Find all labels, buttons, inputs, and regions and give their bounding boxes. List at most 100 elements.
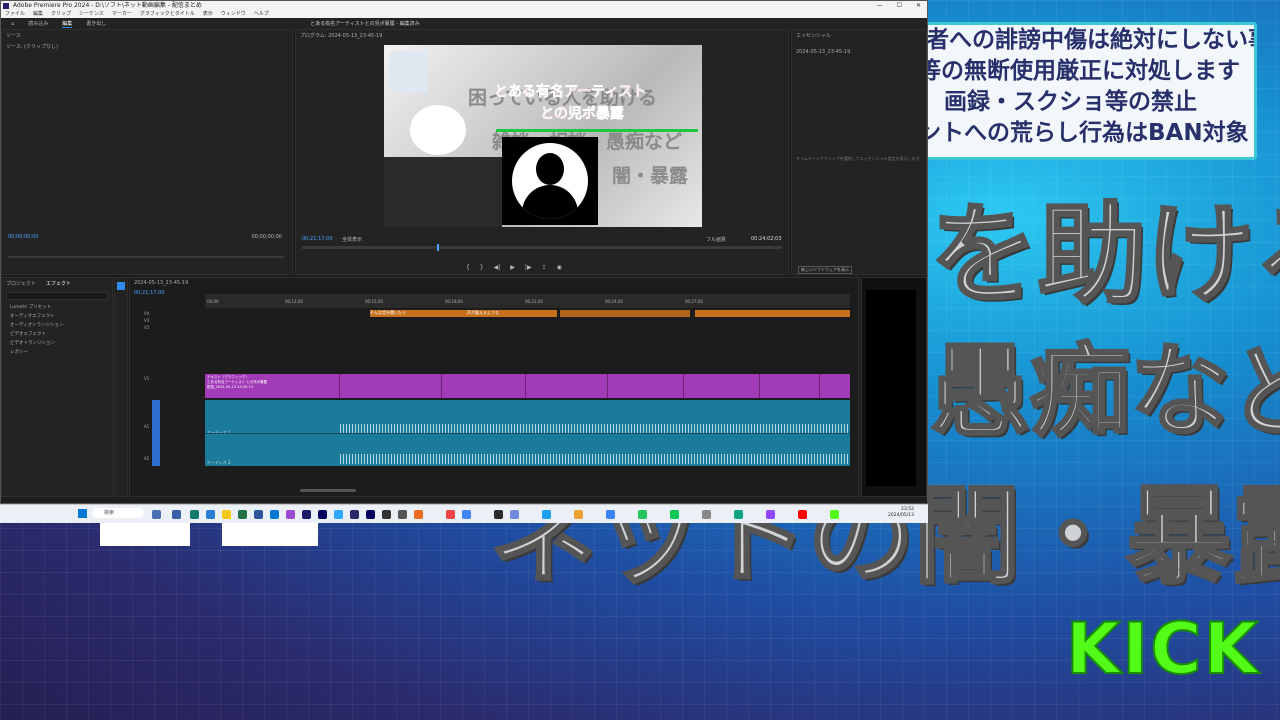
bin-video-effects[interactable]: ビデオエフェクト xyxy=(10,330,112,339)
app-icon[interactable] xyxy=(152,510,161,519)
maximize-icon[interactable]: ☐ xyxy=(897,1,902,10)
app-icon[interactable] xyxy=(190,510,199,519)
youtube-icon[interactable] xyxy=(798,510,807,519)
audio-meter xyxy=(866,290,916,486)
folder-icon[interactable] xyxy=(222,510,231,519)
program-fit-select[interactable]: 全体表示 xyxy=(342,236,362,243)
bin-audio-transitions[interactable]: オーディオトランジション xyxy=(10,321,112,330)
silhouette-icon xyxy=(512,143,588,219)
discord-icon[interactable] xyxy=(510,510,519,519)
kick-icon[interactable] xyxy=(830,510,839,519)
timeline-title[interactable]: 2024-05-13_23-45-19 xyxy=(130,278,858,288)
menu-view[interactable]: 表示 xyxy=(203,10,213,18)
tab-import[interactable]: 読み込み xyxy=(28,20,48,27)
mark-out-icon[interactable]: } xyxy=(480,264,484,271)
timeline-zoom-scrollbar[interactable] xyxy=(300,489,356,492)
effects-search-input[interactable] xyxy=(6,292,108,300)
orange-clip[interactable] xyxy=(560,310,690,317)
premiere-icon[interactable] xyxy=(302,510,311,519)
close-icon[interactable]: ✕ xyxy=(916,1,921,10)
app-icon[interactable] xyxy=(446,510,455,519)
line-icon[interactable] xyxy=(670,510,679,519)
track-header-v1[interactable]: V1 xyxy=(144,376,149,381)
audio-target-indicator[interactable] xyxy=(152,400,160,466)
app-icon[interactable] xyxy=(206,510,215,519)
time-ruler[interactable]: 00;00 00;12;00 00;15;00 00;18;00 00;21;0… xyxy=(205,294,850,308)
export-frame-icon[interactable]: ◉ xyxy=(557,264,562,271)
bin-legacy[interactable]: レガシー xyxy=(10,348,112,357)
app-icon[interactable] xyxy=(734,510,743,519)
app-icon[interactable] xyxy=(318,510,327,519)
app-icon[interactable] xyxy=(254,510,263,519)
app-icon[interactable] xyxy=(366,510,375,519)
essential-item[interactable]: 2024-05-13_23-45-19 xyxy=(792,47,926,57)
taskbar-search-input[interactable]: 検索 xyxy=(92,508,144,518)
track-header-v4[interactable]: V4 xyxy=(144,310,149,317)
tab-export[interactable]: 書き出し xyxy=(86,20,106,27)
app-icon[interactable] xyxy=(398,510,407,519)
home-icon[interactable]: ⌂ xyxy=(11,21,14,27)
obs-icon[interactable] xyxy=(494,510,503,519)
app-icon[interactable] xyxy=(414,510,423,519)
ruler-label: 00;24;00 xyxy=(605,299,623,304)
project-tab[interactable]: プロジェクト xyxy=(6,280,36,287)
menu-window[interactable]: ウィンドウ xyxy=(221,10,246,18)
app-icon[interactable] xyxy=(638,510,647,519)
essential-graphics-panel: エッセンシャル 2024-05-13_23-45-19 タイムラインでクリップを… xyxy=(791,29,927,275)
menu-sequence[interactable]: シーケンス xyxy=(79,10,104,18)
track-header-a2[interactable]: A2 xyxy=(144,456,149,461)
track-header-a1[interactable]: A1 xyxy=(144,424,149,429)
app-icon[interactable] xyxy=(350,510,359,519)
app-icon[interactable] xyxy=(382,510,391,519)
track-header-v2[interactable]: V2 xyxy=(144,324,149,331)
app-icon[interactable] xyxy=(702,510,711,519)
menu-marker[interactable]: マーカー xyxy=(112,10,132,18)
menu-edit[interactable]: 編集 xyxy=(33,10,43,18)
app-icon[interactable] xyxy=(238,510,247,519)
play-icon[interactable]: ▶ xyxy=(510,264,515,271)
tab-edit[interactable]: 編集 xyxy=(62,20,73,28)
menu-graphics[interactable]: グラフィックとタイトル xyxy=(140,10,195,18)
taskbar-date: 2024/05/13 xyxy=(888,513,914,518)
menu-clip[interactable]: クリップ xyxy=(51,10,71,18)
menu-help[interactable]: ヘルプ xyxy=(254,10,269,18)
windows-start-icon[interactable] xyxy=(78,509,87,518)
ruler-label: 00;21;00 xyxy=(525,299,543,304)
frame-green-line xyxy=(496,129,698,132)
app-icon[interactable] xyxy=(542,510,551,519)
step-back-icon[interactable]: ◀| xyxy=(494,264,501,271)
selection-tool-icon[interactable] xyxy=(117,282,125,290)
new-layer-button[interactable]: 新しいソフトウェアを表示 xyxy=(798,266,852,274)
mark-in-icon[interactable]: { xyxy=(466,264,470,271)
overlay-big-text-1: を助ける xyxy=(928,192,1280,320)
orange-clip[interactable]: 声が震えるような xyxy=(467,310,557,317)
source-scrubber[interactable] xyxy=(8,256,284,258)
bin-lumetri[interactable]: Lumetri プリセット xyxy=(10,303,112,312)
program-quality-select[interactable]: フル画質 xyxy=(706,236,726,243)
app-icon[interactable] xyxy=(286,510,295,519)
bin-audio-effects[interactable]: オーディオエフェクト xyxy=(10,312,112,321)
mascot-icon xyxy=(410,105,466,155)
frame-title-text-1: とある有名アーティスト xyxy=(494,84,647,101)
playhead[interactable] xyxy=(437,244,439,251)
orange-clip[interactable] xyxy=(695,310,850,317)
lift-icon[interactable]: ⇪ xyxy=(542,264,547,271)
white-shape xyxy=(100,522,190,546)
overlay-big-text-2: 愚痴など xyxy=(929,332,1280,452)
photoshop-icon[interactable] xyxy=(334,510,343,519)
menu-bar: ファイル 編集 クリップ シーケンス マーカー グラフィックとタイトル 表示 ウ… xyxy=(1,10,927,18)
twitch-icon[interactable] xyxy=(766,510,775,519)
step-forward-icon[interactable]: |▶ xyxy=(525,264,532,271)
menu-file[interactable]: ファイル xyxy=(5,10,25,18)
track-header-v3[interactable]: V3 xyxy=(144,317,149,324)
edge-icon[interactable] xyxy=(270,510,279,519)
app-icon[interactable] xyxy=(606,510,615,519)
chrome-icon[interactable] xyxy=(462,510,471,519)
rules-notice-box: 者への誹謗中傷は絶対にしない事 等の無断使用厳正に対処します 画録・スクショ等の… xyxy=(915,22,1257,160)
app-icon[interactable] xyxy=(172,510,181,519)
app-icon[interactable] xyxy=(574,510,583,519)
minimize-icon[interactable]: — xyxy=(877,1,883,10)
program-scrubber[interactable] xyxy=(302,244,782,251)
effects-tab[interactable]: エフェクト xyxy=(46,280,71,287)
bin-video-transitions[interactable]: ビデオトランジション xyxy=(10,339,112,348)
